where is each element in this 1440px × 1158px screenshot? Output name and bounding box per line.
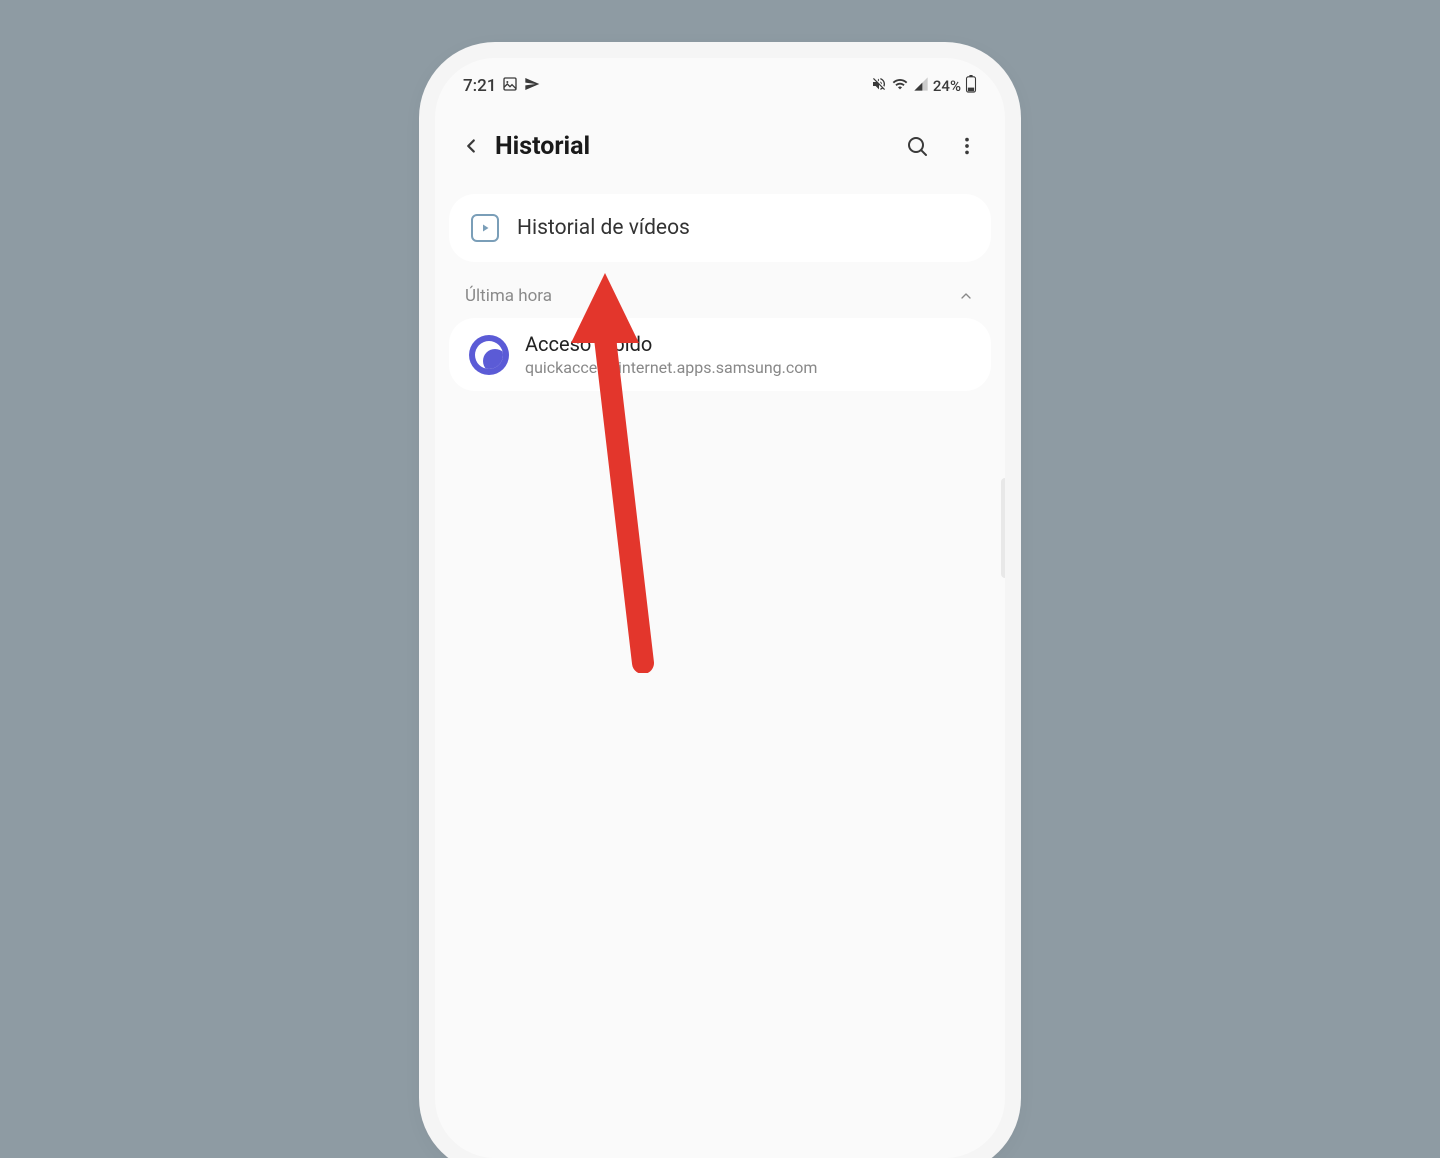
history-item-url: quickaccess.internet.apps.samsung.com bbox=[525, 358, 817, 377]
status-right: 24% bbox=[871, 75, 977, 97]
video-history-card[interactable]: Historial de vídeos bbox=[449, 194, 991, 262]
image-icon bbox=[502, 76, 518, 97]
back-button[interactable] bbox=[453, 128, 489, 164]
video-play-icon bbox=[471, 214, 499, 242]
more-button[interactable] bbox=[951, 130, 983, 162]
power-button bbox=[1001, 478, 1005, 578]
samsung-internet-icon bbox=[469, 335, 509, 375]
send-icon bbox=[524, 76, 540, 97]
app-bar: Historial bbox=[435, 106, 1005, 186]
status-bar: 7:21 24% bbox=[435, 58, 1005, 106]
battery-icon bbox=[965, 75, 977, 97]
battery-percent: 24% bbox=[933, 77, 961, 95]
signal-icon bbox=[913, 76, 929, 96]
mute-icon bbox=[871, 76, 887, 96]
section-label: Última hora bbox=[465, 286, 552, 306]
video-history-label: Historial de vídeos bbox=[517, 216, 690, 240]
wifi-icon bbox=[891, 76, 909, 96]
history-item-texts: Acceso rápido quickaccess.internet.apps.… bbox=[525, 332, 817, 377]
page-title: Historial bbox=[495, 132, 901, 161]
phone-frame: 7:21 24% Hist bbox=[435, 58, 1005, 1158]
status-time: 7:21 bbox=[463, 76, 496, 96]
search-button[interactable] bbox=[901, 130, 933, 162]
history-item[interactable]: Acceso rápido quickaccess.internet.apps.… bbox=[449, 318, 991, 391]
history-item-title: Acceso rápido bbox=[525, 332, 817, 356]
section-header[interactable]: Última hora bbox=[435, 270, 1005, 316]
status-left: 7:21 bbox=[463, 76, 540, 97]
chevron-up-icon bbox=[957, 287, 975, 305]
